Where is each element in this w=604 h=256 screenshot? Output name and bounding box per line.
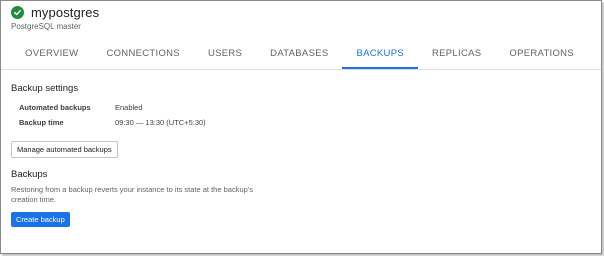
instance-subtitle: PostgreSQL master xyxy=(11,22,81,31)
tab-replicas[interactable]: REPLICAS xyxy=(418,39,495,69)
tab-operations[interactable]: OPERATIONS xyxy=(495,39,588,69)
instance-name: mypostgres xyxy=(31,5,100,20)
tab-bar: OVERVIEW CONNECTIONS USERS DATABASES BAC… xyxy=(11,39,588,69)
backups-description: Restoring from a backup reverts your ins… xyxy=(11,185,253,204)
create-backup-button[interactable]: Create backup xyxy=(11,212,70,227)
setting-value: Enabled xyxy=(115,103,143,112)
setting-row-backup-time: Backup time 09:30 — 13:30 (UTC+5:30) xyxy=(11,115,591,130)
setting-row-automated-backups: Automated backups Enabled xyxy=(11,100,591,115)
tab-overview[interactable]: OVERVIEW xyxy=(11,39,92,69)
instance-title-row: mypostgres xyxy=(11,5,99,20)
setting-label: Backup time xyxy=(19,118,64,127)
setting-label: Automated backups xyxy=(19,103,91,112)
tab-databases[interactable]: DATABASES xyxy=(256,39,342,69)
check-circle-icon xyxy=(11,6,24,19)
backup-settings-table: Automated backups Enabled Backup time 09… xyxy=(11,100,591,130)
tab-connections[interactable]: CONNECTIONS xyxy=(92,39,194,69)
instance-header: mypostgres PostgreSQL master OVERVIEW CO… xyxy=(1,1,601,70)
manage-automated-backups-button[interactable]: Manage automated backups xyxy=(11,141,118,158)
window-frame: mypostgres PostgreSQL master OVERVIEW CO… xyxy=(0,0,602,254)
tab-users[interactable]: USERS xyxy=(194,39,256,69)
backup-settings-title: Backup settings xyxy=(11,83,79,94)
backups-title: Backups xyxy=(11,169,48,180)
setting-value: 09:30 — 13:30 (UTC+5:30) xyxy=(115,118,206,127)
tab-backups[interactable]: BACKUPS xyxy=(342,39,418,69)
